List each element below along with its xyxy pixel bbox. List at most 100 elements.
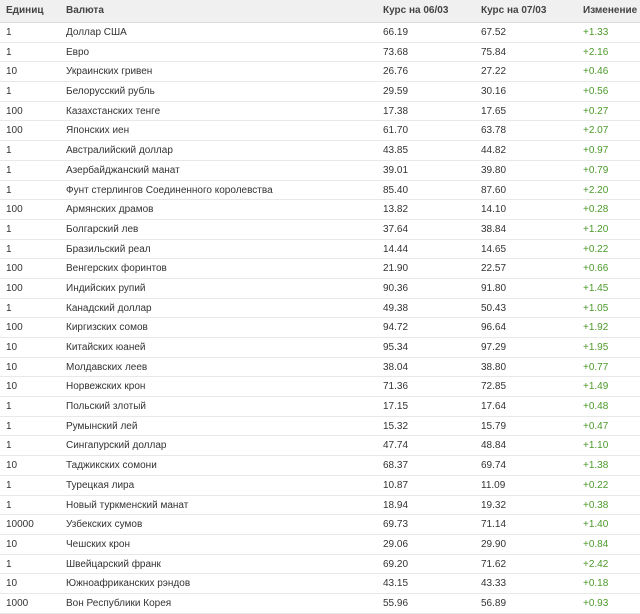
cell-change: +0.97 [583,145,609,157]
cell-change: +0.84 [583,538,609,550]
table-row: 10 Норвежских крон 71.36 72.85 +1.49 [0,377,640,398]
table-row: 10 Украинских гривен 26.76 27.22 +0.46 [0,62,640,83]
table-row: 100 Японских иен 61.70 63.78 +2.07 [0,121,640,142]
cell-currency-name: Норвежских крон [66,381,146,393]
table-row: 1 Сингапурский доллар 47.74 48.84 +1.10 [0,436,640,457]
cell-units: 1 [6,86,12,98]
cell-rate-new: 71.14 [481,519,507,531]
cell-rate-new: 38.84 [481,223,507,235]
cell-rate-old: 38.04 [383,361,409,373]
table-row: 10 Таджикских сомони 68.37 69.74 +1.38 [0,456,640,476]
cell-rate-new: 50.43 [481,302,507,314]
cell-rate-new: 69.74 [481,460,507,472]
cell-rate-new: 63.78 [481,125,507,137]
cell-currency-name: Армянских драмов [66,204,154,216]
cell-rate-old: 21.90 [383,263,409,275]
cell-rate-new: 67.52 [481,27,507,38]
table-row: 10 Китайских юаней 95.34 97.29 +1.95 [0,338,640,358]
cell-change: +1.20 [583,223,609,235]
cell-rate-new: 27.22 [481,66,507,78]
cell-change: +0.47 [583,420,609,432]
cell-rate-new: 15.79 [481,420,507,432]
table-row: 100 Венгерских форинтов 21.90 22.57 +0.66 [0,259,640,279]
cell-currency-name: Фунт стерлингов Соединенного королевства [66,184,273,196]
cell-currency-name: Молдавских леев [66,361,148,373]
cell-rate-new: 48.84 [481,440,507,452]
cell-change: +2.16 [583,46,609,58]
cell-currency-name: Азербайджанский манат [66,164,180,176]
cell-rate-old: 69.73 [383,519,409,531]
cell-rate-new: 19.32 [481,499,507,511]
cell-units: 10 [6,538,18,550]
table-row: 10 Молдавских леев 38.04 38.80 +0.77 [0,358,640,378]
table-row: 100 Казахстанских тенге 17.38 17.65 +0.27 [0,102,640,122]
cell-change: +1.92 [583,322,609,334]
cell-currency-name: Японских иен [66,125,130,137]
table-row: 1 Фунт стерлингов Соединенного королевств… [0,181,640,201]
table-body: 1 Доллар США 66.19 67.52 +1.33 1 Евро 73.68 75.8… [0,23,640,614]
cell-change: +1.33 [583,27,609,38]
table-row: 1 Швейцарский франк 69.20 71.62 +2.42 [0,555,640,575]
table-row: 1 Белорусский рубль 29.59 30.16 +0.56 [0,82,640,102]
cell-change: +1.45 [583,282,609,294]
cell-change: +0.27 [583,105,609,117]
cell-rate-new: 72.85 [481,381,507,393]
cell-rate-old: 95.34 [383,342,409,353]
cell-rate-old: 17.15 [383,401,409,413]
cell-rate-old: 29.59 [383,86,409,98]
cell-rate-old: 18.94 [383,499,409,511]
cell-currency-name: Канадский доллар [66,302,152,314]
cell-units: 1 [6,499,12,511]
cell-units: 1 [6,184,12,196]
header-units[interactable]: Единиц [6,0,44,22]
cell-rate-old: 66.19 [383,27,409,38]
cell-rate-old: 85.40 [383,184,409,196]
cell-units: 1 [6,440,12,452]
cell-units: 1 [6,223,12,235]
header-rate-old[interactable]: Курс на 06/03 [383,0,448,22]
cell-rate-old: 49.38 [383,302,409,314]
header-currency[interactable]: Валюта [66,0,104,22]
table-row: 100 Армянских драмов 13.82 14.10 +0.28 [0,200,640,220]
cell-change: +0.56 [583,86,609,98]
cell-currency-name: Турецкая лира [66,479,135,491]
cell-change: +2.07 [583,125,609,137]
table-row: 10 Чешских крон 29.06 29.90 +0.84 [0,535,640,555]
cell-change: +0.22 [583,243,609,255]
header-rate-new[interactable]: Курс на 07/03 [481,0,546,22]
table-row: 1 Австралийский доллар 43.85 44.82 +0.97 [0,141,640,161]
cell-rate-old: 94.72 [383,322,409,334]
cell-change: +1.10 [583,440,609,452]
cell-rate-old: 37.64 [383,223,409,235]
cell-rate-new: 44.82 [481,145,507,157]
cell-rate-new: 30.16 [481,86,507,98]
cell-units: 1 [6,243,12,255]
cell-rate-new: 17.65 [481,105,507,117]
table-row: 1 Канадский доллар 49.38 50.43 +1.05 [0,299,640,319]
cell-change: +1.49 [583,381,609,393]
cell-currency-name: Австралийский доллар [66,145,173,157]
cell-rate-old: 10.87 [383,479,409,491]
cell-change: +2.20 [583,184,609,196]
table-row: 1 Азербайджанский манат 39.01 39.80 +0.79 [0,161,640,181]
cell-rate-old: 39.01 [383,164,409,176]
cell-rate-new: 39.80 [481,164,507,176]
cell-rate-new: 71.62 [481,558,507,570]
cell-currency-name: Киргизских сомов [66,322,148,334]
table-row: 100 Киргизских сомов 94.72 96.64 +1.92 [0,318,640,338]
table-row: 1 Бразильский реал 14.44 14.65 +0.22 [0,240,640,260]
cell-currency-name: Евро [66,46,90,58]
cell-rate-new: 17.64 [481,401,507,413]
cell-currency-name: Польский злотый [66,401,147,413]
cell-rate-new: 96.64 [481,322,507,334]
table-row: 1 Доллар США 66.19 67.52 +1.33 [0,23,640,43]
cell-units: 100 [6,282,23,294]
cell-units: 100 [6,322,23,334]
cell-rate-new: 97.29 [481,342,507,353]
header-change[interactable]: Изменение [583,0,637,22]
cell-units: 10 [6,66,18,78]
cell-rate-old: 29.06 [383,538,409,550]
cell-units: 1 [6,558,12,570]
cell-change: +0.28 [583,204,609,216]
cell-units: 10 [6,361,18,373]
